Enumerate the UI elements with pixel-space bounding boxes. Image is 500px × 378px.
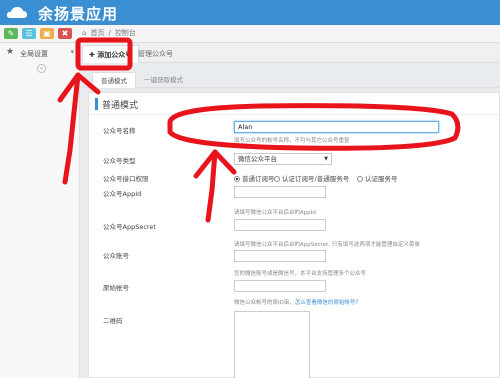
account-input[interactable] [234, 250, 326, 262]
sidebar-item-global-settings[interactable]: ★ 全局设置 ▾ [0, 45, 80, 61]
folder-icon[interactable]: ▣ [40, 28, 54, 39]
radio-verified-service[interactable]: 认证服务号 [357, 173, 398, 183]
cloud-icon [6, 7, 27, 18]
original-id-label: 原始帐号 [103, 284, 129, 292]
appid-label: 公众号AppId [103, 190, 142, 198]
form-panel: 普通模式 公众号名称 填写公众号的帐号名称，不可与其它公众号重复 公众号类型 微… [88, 92, 500, 378]
account-type-select[interactable]: 微信公众平台 ▼ [234, 153, 332, 165]
main-tabs: ✚ 添加公众号 管理公众号 [82, 43, 500, 63]
panel-title: 普通模式 [102, 101, 139, 111]
radio-normal-subscription[interactable]: 普通订阅号 [234, 173, 275, 183]
breadcrumb: ⌂ 首页 / 控制台 [82, 29, 136, 37]
account-label: 公众账号 [103, 252, 129, 260]
list-icon[interactable]: ☰ [22, 28, 36, 39]
original-id-help-link[interactable]: 怎么查看微信的原始帐号？ [295, 300, 361, 306]
tab-add-account[interactable]: ✚ 添加公众号 [82, 45, 140, 63]
caret-down-icon: ▼ [324, 156, 328, 162]
breadcrumb-home[interactable]: 首页 [90, 29, 104, 37]
chevron-down-icon: ▾ [70, 48, 74, 56]
name-help: 填写公众号的帐号名称，不可与其它公众号重复 [234, 138, 350, 144]
type-label: 公众号类型 [103, 157, 136, 165]
edit-icon[interactable]: ✎ [4, 28, 18, 39]
original-id-input[interactable] [234, 280, 326, 292]
appid-input[interactable] [234, 186, 326, 198]
appsecret-input[interactable] [234, 219, 326, 231]
tab-normal-mode[interactable]: 普通模式 [92, 72, 136, 88]
appsecret-label: 公众号AppSecret [103, 223, 156, 231]
qrcode-upload-box[interactable] [234, 311, 310, 378]
appid-help: 请填写微信公众平台后台的AppId [234, 210, 316, 216]
secondary-toolbar: ✎ ☰ ▣ ✖ ⌂ 首页 / 控制台 [0, 25, 500, 43]
qrcode-label: 二维码 [103, 317, 123, 325]
sidebar-item-label: 全局设置 [20, 50, 48, 58]
delete-icon[interactable]: ✖ [58, 28, 72, 39]
star-icon: ★ [6, 47, 15, 57]
account-help: 您的微信账号或是微信号，本平台支持管理多个公众号 [234, 271, 367, 277]
home-icon[interactable]: ⌂ [82, 29, 86, 37]
tab-one-click-mode[interactable]: 一键获取模式 [136, 72, 191, 88]
sidebar-collapse-toggle[interactable]: « [37, 64, 46, 73]
radio-verified-subscription[interactable]: 认证订阅号/普通服务号 [274, 173, 349, 183]
mode-tabs: 普通模式 一键获取模式 [82, 72, 500, 88]
level-label: 公众号接口权限 [103, 175, 149, 183]
top-header-bar: 余扬景应用 [0, 0, 500, 25]
breadcrumb-current: 控制台 [114, 29, 136, 37]
account-name-input[interactable] [234, 121, 439, 133]
tab-manage-accounts[interactable]: 管理公众号 [132, 45, 179, 63]
app-title: 余扬景应用 [38, 5, 119, 23]
panel-header: 普通模式 [89, 93, 499, 115]
sidebar: ★ 全局设置 ▾ « [0, 43, 80, 378]
original-id-help: 微信公众帐号的原ID串，怎么查看微信的原始帐号？ [234, 300, 361, 306]
appsecret-help: 请填写微信公众平台后台的AppSecret, 只有填写这两项才能管理自定义菜单 [234, 242, 420, 248]
name-label: 公众号名称 [103, 127, 136, 135]
